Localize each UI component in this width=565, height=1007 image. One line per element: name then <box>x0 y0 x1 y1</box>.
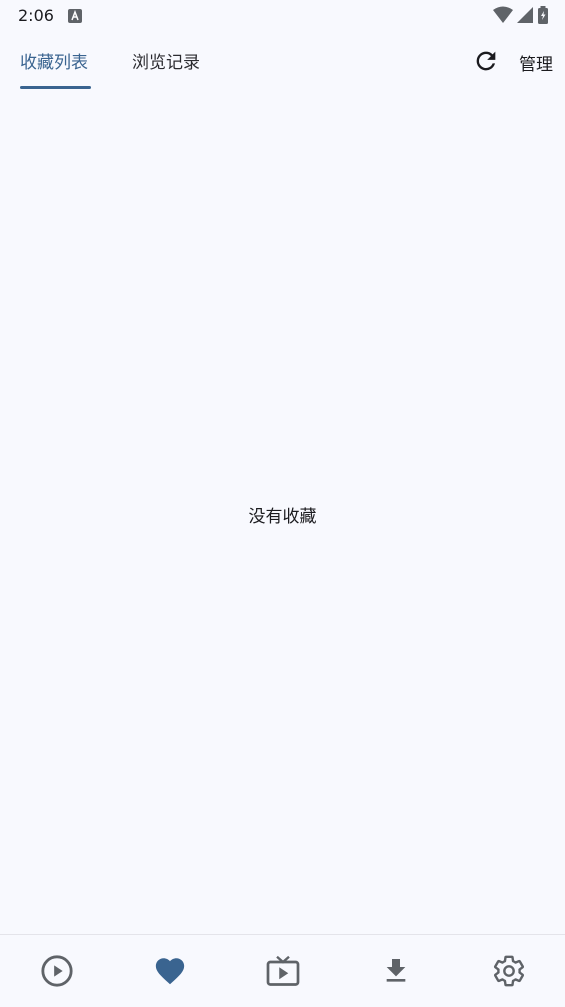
play-circle-icon <box>40 954 74 988</box>
empty-state-message: 没有收藏 <box>248 507 317 527</box>
signal-icon <box>517 7 533 23</box>
heart-icon <box>153 954 187 988</box>
refresh-button[interactable] <box>472 47 500 75</box>
status-time: 2:06 <box>18 6 54 25</box>
nav-item-favorites[interactable] <box>113 935 226 1007</box>
refresh-icon <box>472 51 500 79</box>
wifi-icon <box>493 6 513 24</box>
nav-item-settings[interactable] <box>452 935 565 1007</box>
status-icons <box>493 6 549 24</box>
nav-item-downloads[interactable] <box>339 935 452 1007</box>
tab-indicator <box>20 86 91 89</box>
tv-play-icon <box>265 953 301 989</box>
battery-icon <box>537 6 549 24</box>
bottom-navigation <box>0 934 565 1007</box>
tab-favorites[interactable]: 收藏列表 <box>20 48 88 73</box>
gear-icon <box>492 954 526 988</box>
top-bar: 收藏列表 浏览记录 管理 <box>0 36 565 92</box>
tab-history[interactable]: 浏览记录 <box>132 48 200 73</box>
status-bar: 2:06 <box>0 0 565 32</box>
nav-item-live-tv[interactable] <box>226 935 339 1007</box>
app-notification-icon <box>68 8 82 23</box>
manage-button[interactable]: 管理 <box>519 50 553 75</box>
nav-item-player[interactable] <box>0 935 113 1007</box>
download-icon <box>380 955 412 987</box>
